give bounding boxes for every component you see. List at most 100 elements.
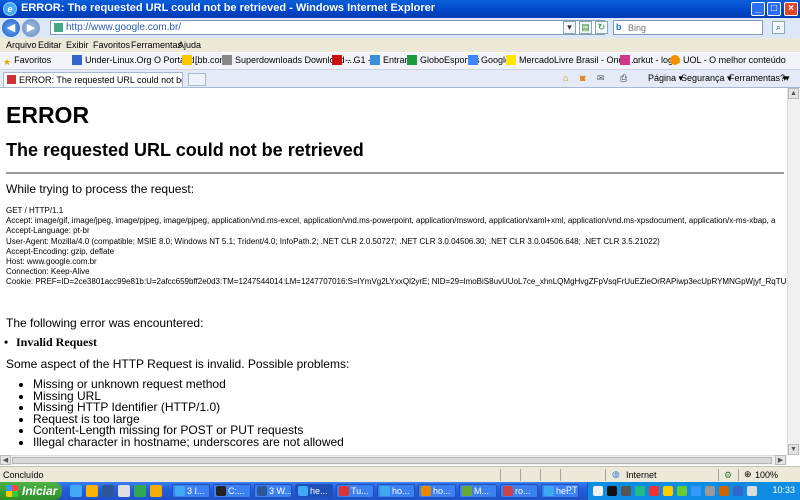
page-menu[interactable]: Página ▾ <box>648 73 683 84</box>
taskbar-item[interactable]: M... <box>459 484 497 498</box>
app-icon <box>421 486 431 496</box>
favorite-item[interactable]: UOL - O melhor conteúdo <box>670 55 786 65</box>
scroll-down-icon[interactable]: ▼ <box>788 444 799 455</box>
language-indicator[interactable]: PT <box>566 485 578 495</box>
favicon-icon <box>407 55 417 65</box>
refresh-icon[interactable]: ↻ <box>595 21 608 34</box>
tray-icon[interactable] <box>719 486 729 496</box>
tray-icon[interactable] <box>635 486 645 496</box>
favicon-icon <box>506 55 516 65</box>
tray-icon[interactable] <box>663 486 673 496</box>
explorer-quicklaunch-icon[interactable] <box>86 485 98 497</box>
forward-button[interactable]: ▶ <box>22 19 40 37</box>
new-tab-button[interactable] <box>188 73 206 86</box>
app-quicklaunch-icon[interactable] <box>134 485 146 497</box>
horizontal-scrollbar[interactable]: ◀ ▶ <box>0 455 787 465</box>
favicon-icon <box>370 55 380 65</box>
search-input[interactable] <box>628 21 748 34</box>
maximize-button[interactable]: □ <box>767 2 781 16</box>
scroll-up-icon[interactable]: ▲ <box>788 88 799 99</box>
favorite-item[interactable]: -- G1 -- <box>332 55 374 65</box>
tray-icon[interactable] <box>621 486 631 496</box>
page-error-icon <box>7 75 16 84</box>
media-player-icon[interactable] <box>607 486 617 496</box>
taskbar-item[interactable]: ro... <box>500 484 538 498</box>
desktop-quicklaunch-icon[interactable] <box>102 485 114 497</box>
back-button[interactable]: ◀ <box>2 19 20 37</box>
tray-icon[interactable] <box>593 486 603 496</box>
divider <box>605 469 606 481</box>
request-line: Accept-Language: pt-br <box>6 226 90 236</box>
favicon-icon <box>620 55 630 65</box>
menu-exibir[interactable]: Exibir <box>66 40 89 50</box>
compatibility-view-icon[interactable]: ▤ <box>579 21 592 34</box>
status-bar: Concluído ◍ Internet ⚙ ⊕ 100% <box>0 466 800 483</box>
tray-icon[interactable] <box>649 486 659 496</box>
request-line: Cookie: PREF=ID=2ce3801acc99e81b:U=2afcc… <box>6 277 787 287</box>
menu-editar[interactable]: Editar <box>38 40 62 50</box>
menu-arquivo[interactable]: Arquivo <box>6 40 37 50</box>
scroll-right-icon[interactable]: ▶ <box>775 455 786 465</box>
taskbar-item[interactable]: he... <box>295 484 333 498</box>
menu-favoritos[interactable]: Favoritos <box>93 40 130 50</box>
internet-zone-icon: ◍ <box>612 469 620 479</box>
safety-menu[interactable]: Segurança ▾ <box>681 73 732 84</box>
print-icon[interactable]: ⎙ <box>620 73 627 84</box>
app-icon <box>503 486 513 496</box>
zoom-level[interactable]: 100% <box>755 470 778 480</box>
close-button[interactable]: × <box>784 2 798 16</box>
start-button[interactable]: Iniciar <box>0 482 62 500</box>
mail-icon[interactable]: ✉ <box>597 73 605 84</box>
word-icon <box>257 486 267 496</box>
dropdown-icon[interactable]: ▾ <box>563 21 576 34</box>
zoom-icon[interactable]: ⊕ <box>744 469 752 480</box>
app-quicklaunch-icon[interactable] <box>150 485 162 497</box>
search-box[interactable]: b <box>613 20 763 35</box>
taskbar-item[interactable]: ho... <box>377 484 415 498</box>
taskbar-item[interactable]: Tu... <box>336 484 374 498</box>
tab-active[interactable]: ERROR: The requested URL could not be re… <box>3 72 183 87</box>
taskbar-item[interactable]: 3 W... <box>254 484 292 498</box>
request-line: Host: www.google.com.br <box>6 257 97 267</box>
ie-icon <box>380 486 390 496</box>
favorite-item[interactable]: Entrar <box>370 55 408 65</box>
scroll-thumb[interactable] <box>12 457 772 464</box>
problems-list: Missing or unknown request method Missin… <box>0 378 344 448</box>
tray-icon[interactable] <box>691 486 701 496</box>
tray-icon[interactable] <box>705 486 715 496</box>
favicon-icon <box>182 55 192 65</box>
taskbar-item[interactable]: 3 I... <box>172 484 210 498</box>
minimize-button[interactable]: _ <box>751 2 765 16</box>
taskbar-item[interactable]: C:... <box>213 484 251 498</box>
favorites-button[interactable]: ★ Favoritos <box>3 55 51 68</box>
scroll-left-icon[interactable]: ◀ <box>0 455 11 465</box>
media-quicklaunch-icon[interactable] <box>118 485 130 497</box>
ie-icon <box>175 486 185 496</box>
favorite-item[interactable]: Google <box>468 55 510 65</box>
ie-icon <box>544 486 554 496</box>
menu-ferramentas[interactable]: Ferramentas <box>131 40 182 50</box>
feeds-icon[interactable]: ◙ <box>580 73 585 83</box>
menu-ajuda[interactable]: Ajuda <box>178 40 201 50</box>
favorite-item[interactable]: MercadoLivre Brasil - Onde ... <box>506 55 639 65</box>
clock[interactable]: 10:33 <box>772 485 795 495</box>
address-bar[interactable] <box>50 20 605 35</box>
tray-icon[interactable] <box>733 486 743 496</box>
volume-icon[interactable] <box>747 486 757 496</box>
address-input[interactable] <box>66 21 546 34</box>
tray-icon[interactable] <box>677 486 687 496</box>
taskbar-item[interactable]: ho... <box>418 484 456 498</box>
favorite-item[interactable]: [bb.com <box>182 55 227 65</box>
home-icon[interactable]: ⌂ <box>563 73 568 83</box>
app-icon <box>339 486 349 496</box>
protected-mode-icon[interactable]: ⚙ <box>724 470 732 481</box>
search-go-icon[interactable]: ⌕ <box>772 21 785 34</box>
ie-quicklaunch-icon[interactable] <box>70 485 82 497</box>
tools-menu[interactable]: Ferramentas ▾ <box>729 73 787 84</box>
vertical-scrollbar[interactable]: ▲ ▼ <box>787 88 800 455</box>
zone-label: Internet <box>626 470 657 480</box>
console-icon <box>216 486 226 496</box>
help-menu[interactable]: ?▾ <box>780 73 790 84</box>
bing-icon: b <box>616 22 622 32</box>
window-titlebar[interactable]: e ERROR: The requested URL could not be … <box>0 0 800 18</box>
